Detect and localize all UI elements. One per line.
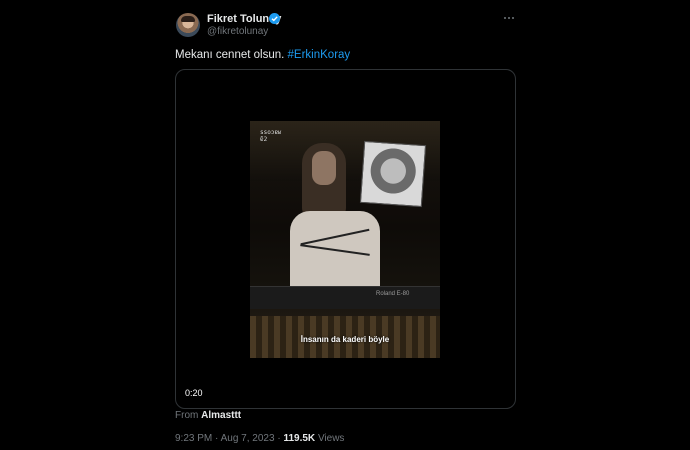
- from-source-link[interactable]: Almasttt: [201, 410, 241, 421]
- verified-badge-icon: [269, 13, 280, 24]
- video-frame[interactable]: ssoɔɐʁ ɐ̃2 Roland E-80 İnsanın da kaderi…: [250, 121, 440, 358]
- video-portrait: [359, 140, 427, 208]
- video-keyboard: [250, 286, 440, 309]
- tweet-body: Mekanı cennet olsun.: [175, 49, 285, 61]
- hashtag-link[interactable]: #ErkinKoray: [288, 49, 351, 61]
- views-count: 119.5K: [283, 433, 316, 444]
- tweet-date[interactable]: Aug 7, 2023: [221, 433, 275, 444]
- tweet-meta: 9:23 PM · Aug 7, 2023 · 119.5K Views: [175, 433, 344, 444]
- meta-separator: ·: [215, 433, 219, 444]
- avatar-hair: [181, 16, 195, 22]
- video-subtitle: İnsanın da kaderi böyle: [300, 335, 390, 344]
- video-player[interactable]: ssoɔɐʁ ɐ̃2 Roland E-80 İnsanın da kaderi…: [175, 69, 516, 409]
- video-duration: 0:20: [185, 388, 203, 398]
- tweet-text: Mekanı cennet olsun. #ErkinKoray: [175, 49, 350, 61]
- meta-separator: ·: [277, 433, 281, 444]
- from-attribution: From Almasttt: [175, 410, 241, 421]
- avatar[interactable]: [176, 13, 200, 37]
- more-options-icon[interactable]: [502, 11, 516, 25]
- keyboard-brand: Roland E-80: [376, 291, 410, 297]
- video-corner-logo: ssoɔɐʁ ɐ̃2: [260, 129, 282, 143]
- tweet-time[interactable]: 9:23 PM: [175, 433, 212, 444]
- tweet: Fikret Tolunay @fikretolunay Mekanı cenn…: [175, 0, 519, 450]
- views-label: Views: [317, 433, 345, 444]
- from-label: From: [175, 410, 199, 421]
- user-handle[interactable]: @fikretolunay: [207, 26, 268, 37]
- video-person-face: [312, 151, 336, 185]
